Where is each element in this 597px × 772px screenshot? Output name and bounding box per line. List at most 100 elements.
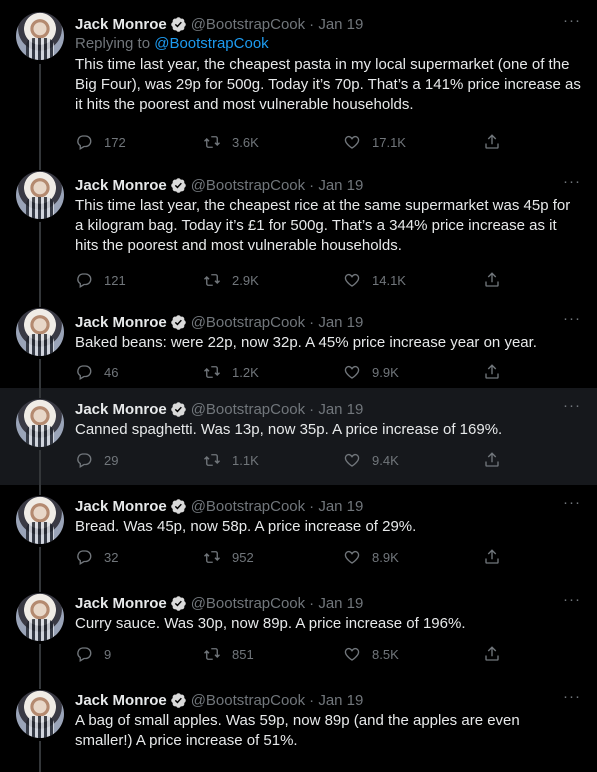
author-handle[interactable]: @BootstrapCook	[191, 595, 305, 612]
reply-button[interactable]: 29	[75, 451, 118, 469]
more-dots-icon[interactable]: ···	[563, 174, 581, 189]
tweet-date[interactable]: · Jan 19	[309, 314, 363, 331]
replying-to-link[interactable]: @BootstrapCook	[154, 35, 268, 52]
tweet-actions: 29 1.1K 9.4K	[75, 450, 505, 470]
tweet[interactable]: Jack Monroe @BootstrapCook · Jan 19 ··· …	[0, 582, 597, 679]
like-button[interactable]: 14.1K	[343, 271, 406, 289]
tweet-date[interactable]: · Jan 19	[309, 177, 363, 194]
verified-badge-icon	[170, 692, 187, 709]
more-dots-icon[interactable]: ···	[563, 592, 581, 607]
share-icon	[485, 134, 499, 149]
like-button[interactable]: 9.4K	[343, 451, 399, 469]
avatar[interactable]	[16, 171, 64, 219]
more-dots-icon[interactable]: ···	[563, 398, 581, 413]
thread-connector	[39, 359, 41, 388]
tweet[interactable]: Jack Monroe @BootstrapCook · Jan 19 ··· …	[0, 388, 597, 485]
avatar[interactable]	[16, 399, 64, 447]
like-button[interactable]: 8.5K	[343, 645, 399, 663]
tweet-header: Jack Monroe @BootstrapCook · Jan 19 ···	[75, 398, 581, 419]
tweet[interactable]: Jack Monroe @BootstrapCook · Jan 19 ··· …	[0, 291, 597, 388]
verified-badge-icon	[170, 177, 187, 194]
like-button[interactable]: 8.9K	[343, 548, 399, 566]
retweet-button[interactable]: 1.2K	[203, 363, 259, 381]
tweet-header: Jack Monroe @BootstrapCook · Jan 19 ···	[75, 174, 581, 195]
tweet[interactable]: Jack Monroe @BootstrapCook · Jan 19 ··· …	[0, 485, 597, 582]
avatar[interactable]	[16, 593, 64, 641]
reply-count: 9	[104, 646, 112, 662]
tweet-header: Jack Monroe @BootstrapCook · Jan 19 ···	[75, 13, 581, 34]
more-dots-icon[interactable]: ···	[563, 13, 581, 28]
author-handle[interactable]: @BootstrapCook	[191, 498, 305, 515]
retweet-button[interactable]: 952	[203, 548, 254, 566]
tweet-date[interactable]: · Jan 19	[309, 401, 363, 418]
heart-icon	[344, 135, 360, 149]
share-button[interactable]	[483, 363, 501, 381]
share-button[interactable]	[483, 645, 501, 663]
retweet-button[interactable]: 3.6K	[203, 133, 259, 151]
author-name[interactable]: Jack Monroe	[75, 595, 167, 612]
more-dots-icon[interactable]: ···	[563, 689, 581, 704]
reply-icon	[77, 273, 92, 288]
tweet[interactable]: Jack Monroe @BootstrapCook · Jan 19 ··· …	[0, 0, 597, 154]
share-icon	[485, 364, 499, 379]
reply-button[interactable]: 32	[75, 548, 118, 566]
like-count: 9.9K	[372, 364, 399, 380]
thread-connector	[39, 154, 41, 170]
tweet[interactable]: Jack Monroe @BootstrapCook · Jan 19 ··· …	[0, 679, 597, 772]
retweet-count: 2.9K	[232, 272, 259, 288]
reply-button[interactable]: 172	[75, 133, 126, 151]
tweet-date[interactable]: · Jan 19	[309, 16, 363, 33]
author-name[interactable]: Jack Monroe	[75, 314, 167, 331]
tweet-header: Jack Monroe @BootstrapCook · Jan 19 ···	[75, 311, 581, 332]
like-button[interactable]: 9.9K	[343, 363, 399, 381]
share-button[interactable]	[483, 271, 501, 289]
author-name[interactable]: Jack Monroe	[75, 401, 167, 418]
tweet-date[interactable]: · Jan 19	[309, 692, 363, 709]
share-icon	[485, 549, 499, 564]
author-handle[interactable]: @BootstrapCook	[191, 401, 305, 418]
tweet-actions: 9 851 8.5K	[75, 644, 505, 664]
author-handle[interactable]: @BootstrapCook	[191, 692, 305, 709]
reply-button[interactable]: 121	[75, 271, 126, 289]
avatar[interactable]	[16, 12, 64, 60]
retweet-count: 851	[232, 646, 254, 662]
tweet-date[interactable]: · Jan 19	[309, 498, 363, 515]
retweet-button[interactable]: 1.1K	[203, 451, 259, 469]
retweet-button[interactable]: 851	[203, 645, 254, 663]
reply-count: 32	[104, 549, 119, 565]
share-button[interactable]	[483, 548, 501, 566]
author-handle[interactable]: @BootstrapCook	[191, 16, 305, 33]
reply-icon	[77, 453, 92, 468]
heart-icon	[344, 647, 360, 661]
tweet-date[interactable]: · Jan 19	[309, 595, 363, 612]
heart-icon	[344, 550, 360, 564]
share-button[interactable]	[483, 451, 501, 469]
author-handle[interactable]: @BootstrapCook	[191, 177, 305, 194]
thread-connector	[39, 547, 41, 582]
retweet-button[interactable]: 2.9K	[203, 271, 259, 289]
avatar[interactable]	[16, 690, 64, 738]
like-count: 9.4K	[372, 452, 399, 468]
verified-badge-icon	[170, 595, 187, 612]
avatar[interactable]	[16, 308, 64, 356]
tweet-text: This time last year, the cheapest rice a…	[75, 197, 571, 254]
author-name[interactable]: Jack Monroe	[75, 498, 167, 515]
share-icon	[485, 452, 499, 467]
verified-badge-icon	[170, 16, 187, 33]
author-name[interactable]: Jack Monroe	[75, 16, 167, 33]
author-handle[interactable]: @BootstrapCook	[191, 314, 305, 331]
tweet-content: Jack Monroe @BootstrapCook · Jan 19 ··· …	[75, 689, 581, 751]
more-dots-icon[interactable]: ···	[563, 311, 581, 326]
tweet-content: Jack Monroe @BootstrapCook · Jan 19 ··· …	[75, 592, 581, 634]
retweet-count: 1.1K	[232, 452, 259, 468]
reply-button[interactable]: 46	[75, 363, 118, 381]
like-count: 8.9K	[372, 549, 399, 565]
author-name[interactable]: Jack Monroe	[75, 692, 167, 709]
avatar[interactable]	[16, 496, 64, 544]
reply-button[interactable]: 9	[75, 645, 111, 663]
more-dots-icon[interactable]: ···	[563, 495, 581, 510]
author-name[interactable]: Jack Monroe	[75, 177, 167, 194]
tweet[interactable]: Jack Monroe @BootstrapCook · Jan 19 ··· …	[0, 154, 597, 291]
like-button[interactable]: 17.1K	[343, 133, 406, 151]
share-button[interactable]	[483, 133, 501, 151]
